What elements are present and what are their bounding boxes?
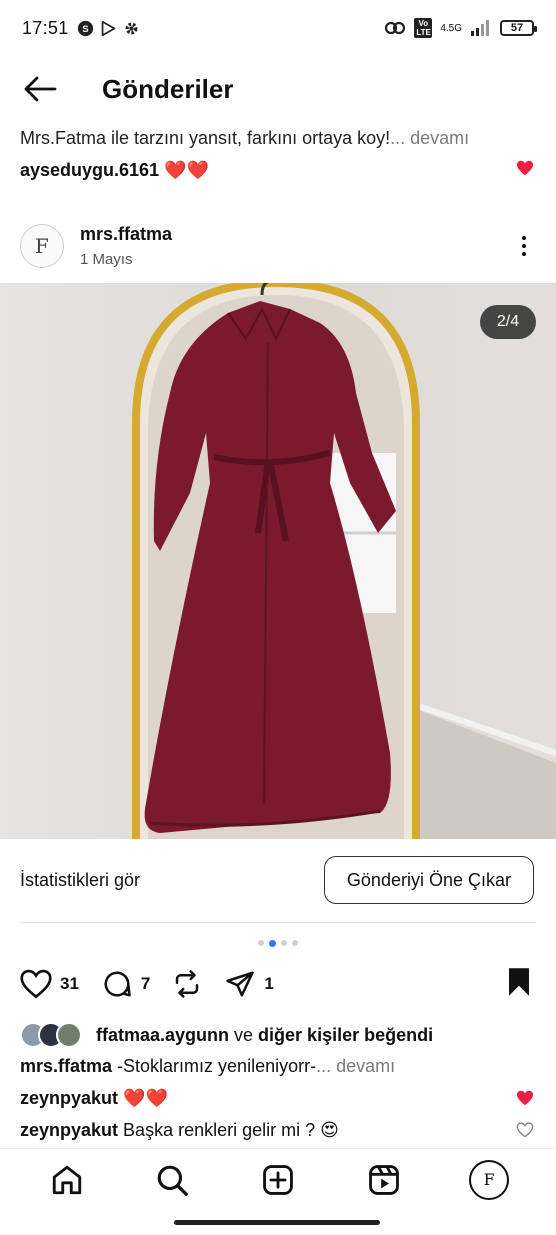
liker-avatar: [56, 1022, 82, 1048]
dress-photo: [132, 283, 556, 839]
view-insights-link[interactable]: İstatistikleri gör: [20, 870, 140, 891]
comment-username[interactable]: zeynpyakut: [20, 1088, 118, 1108]
battery-icon: 57: [500, 20, 537, 36]
comment-count[interactable]: 7: [141, 974, 150, 994]
avatar-letter: F: [35, 234, 49, 258]
avatar[interactable]: F: [20, 224, 64, 268]
svg-text:S: S: [82, 23, 88, 33]
battery-level: 57: [510, 22, 524, 34]
settings-icon: [125, 22, 137, 34]
comment-emoji: ❤️❤️: [164, 160, 209, 180]
back-button[interactable]: [0, 62, 80, 116]
comment-row[interactable]: zeynpyakut ❤️❤️: [20, 1088, 536, 1109]
save-button[interactable]: [506, 967, 532, 1002]
like-button[interactable]: 31: [20, 969, 79, 999]
bottom-navigation: F: [0, 1148, 556, 1210]
nav-search[interactable]: [142, 1150, 202, 1210]
liked-by-row[interactable]: ffatmaa.aygunn ve diğer kişiler beğendi: [20, 1020, 536, 1050]
post-username[interactable]: mrs.ffatma: [80, 224, 172, 245]
arrow-left-icon: [24, 76, 57, 102]
carousel-dot: [292, 940, 298, 946]
link-icon: [385, 21, 406, 35]
post-date: 1 Mayıs: [80, 251, 133, 268]
liked-by-others[interactable]: diğer kişiler beğendi: [258, 1025, 433, 1045]
comment-text: ❤️❤️: [118, 1088, 168, 1108]
add-post-icon: [263, 1164, 293, 1195]
previous-post-comment[interactable]: ayseduygu.6161 ❤️❤️: [20, 160, 209, 181]
nav-create[interactable]: [248, 1150, 308, 1210]
comment-like-heart-icon[interactable]: [516, 1090, 534, 1106]
share-count[interactable]: 1: [264, 974, 273, 994]
home-icon: [52, 1165, 81, 1194]
caption-text: -Stoklarımız yenileniyorr-: [112, 1056, 317, 1076]
status-right: Vo LTE 4.5G 57: [384, 18, 537, 38]
reels-icon: [368, 1164, 399, 1195]
share-button[interactable]: 1: [224, 969, 274, 999]
heart-icon: [20, 969, 52, 999]
post-caption[interactable]: mrs.ffatma -Stoklarımız yenileniyorr-...…: [20, 1056, 536, 1077]
status-bar: 17:51 S Vo LTE 4.5G 57: [0, 0, 556, 56]
comment-row[interactable]: zeynpyakut Başka renkleri gelir mi ? 😍: [20, 1120, 536, 1141]
post-user-info: mrs.ffatma 1 Mayıs: [80, 224, 172, 268]
nav-profile[interactable]: F: [459, 1150, 519, 1210]
status-notification-icons: S: [77, 20, 140, 37]
carousel-dot-active: [269, 939, 276, 947]
insights-row: İstatistikleri gör Gönderiyi Öne Çıkar: [20, 855, 534, 905]
shazam-icon: S: [77, 20, 93, 36]
profile-avatar: F: [469, 1159, 510, 1200]
profile-avatar-letter: F: [483, 1170, 495, 1189]
boost-post-button[interactable]: Gönderiyi Öne Çıkar: [323, 856, 534, 904]
status-time: 17:51: [22, 17, 69, 38]
carousel-indicator: [0, 939, 556, 947]
comment-button[interactable]: 7: [101, 969, 150, 999]
like-count[interactable]: 31: [60, 974, 79, 994]
more-link[interactable]: ... devamı: [390, 128, 469, 148]
nav-home[interactable]: [37, 1150, 97, 1210]
carousel-dot: [258, 940, 264, 946]
comment-like-heart-icon[interactable]: [516, 160, 534, 176]
caption-more-link[interactable]: ... devamı: [316, 1056, 395, 1076]
caption-text: Mrs.Fatma ile tarzını yansıt, farkını or…: [20, 128, 391, 148]
nav-reels[interactable]: [354, 1150, 414, 1210]
network-type: 4.5G: [440, 22, 462, 34]
liker-avatars: [20, 1022, 82, 1048]
send-icon: [226, 971, 255, 997]
liker-username[interactable]: ffatmaa.aygunn: [96, 1025, 229, 1045]
more-options-icon[interactable]: [512, 228, 536, 264]
comment-user[interactable]: ayseduygu.6161: [20, 160, 159, 180]
liked-by-connector: ve: [229, 1024, 259, 1045]
post-image[interactable]: 2/4: [0, 283, 556, 839]
previous-post-caption[interactable]: Mrs.Fatma ile tarzını yansıt, farkını or…: [20, 128, 536, 149]
gesture-bar[interactable]: [174, 1220, 380, 1225]
play-store-icon: [101, 20, 115, 36]
post-actions: 31 7 1: [20, 962, 532, 1006]
comment-icon: [104, 971, 131, 997]
repost-icon: [176, 970, 199, 998]
comment-text: Başka renkleri gelir mi ? 😍: [118, 1120, 339, 1140]
image-counter-badge: 2/4: [480, 305, 536, 339]
liked-by-text: ffatmaa.aygunn ve diğer kişiler beğendi: [96, 1025, 433, 1046]
comment-like-heart-outline-icon[interactable]: [516, 1122, 534, 1138]
divider: [20, 922, 536, 923]
post-header: F mrs.ffatma 1 Mayıs: [20, 222, 536, 270]
caption-username[interactable]: mrs.ffatma: [20, 1056, 112, 1076]
page-title: Gönderiler: [102, 73, 234, 104]
bookmark-icon: [509, 967, 529, 996]
volte-badge: Vo LTE: [414, 18, 433, 38]
carousel-dot: [281, 940, 287, 946]
signal-icon: [471, 20, 489, 36]
comment-username[interactable]: zeynpyakut: [20, 1120, 118, 1140]
search-icon: [158, 1165, 189, 1196]
top-app-bar: Gönderiler: [0, 62, 556, 116]
repost-button[interactable]: [172, 969, 202, 999]
